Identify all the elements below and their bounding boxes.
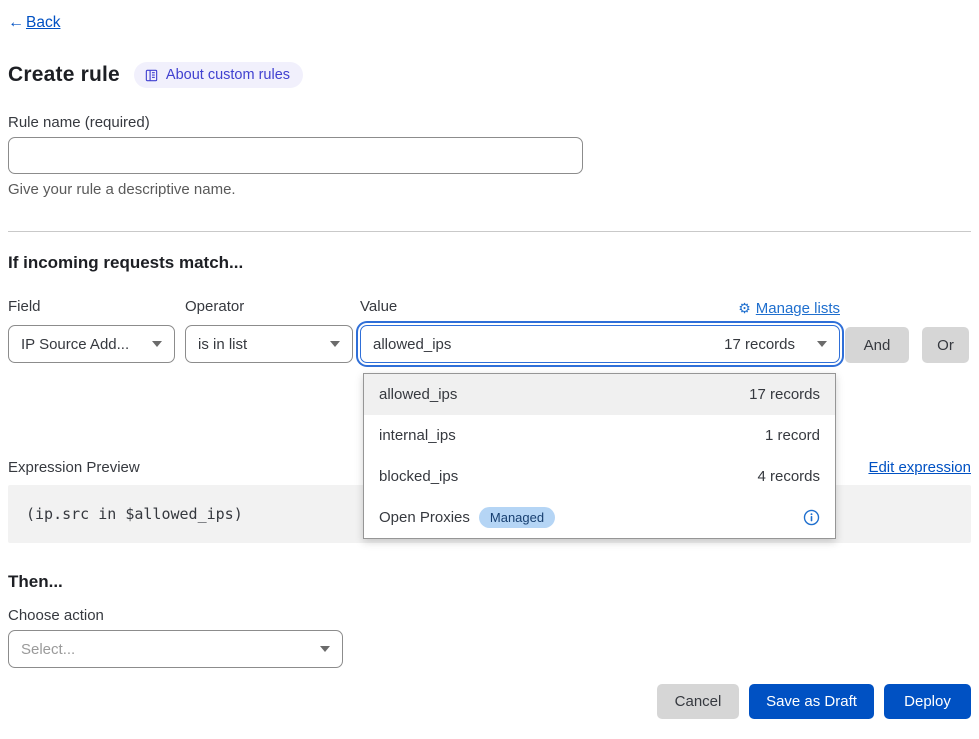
back-link[interactable]: ←Back [8,14,60,32]
match-heading: If incoming requests match... [8,253,971,273]
match-section: If incoming requests match... Field IP S… [8,253,971,363]
list-item-name: Open Proxies [379,509,470,526]
field-select-value: IP Source Add... [21,336,129,353]
list-item-name: blocked_ips [379,468,458,485]
chevron-down-icon [330,341,340,347]
operator-label: Operator [185,298,353,319]
and-button[interactable]: And [845,327,909,363]
action-block: Choose action Select... [8,607,971,668]
or-button[interactable]: Or [922,327,969,363]
field-select[interactable]: IP Source Add... [8,325,175,363]
list-item-name-wrap: Open Proxies Managed [379,507,555,528]
condition-row: Field IP Source Add... Operator is in li… [8,298,971,363]
field-label: Field [8,298,175,319]
chevron-down-icon [320,646,330,652]
field-column: Field IP Source Add... [8,298,175,363]
list-item-records: 1 record [765,427,820,444]
chevron-down-icon [817,341,827,347]
value-select-records: 17 records [724,336,795,353]
edit-expression-link[interactable]: Edit expression [868,459,971,476]
about-custom-rules-link[interactable]: About custom rules [134,62,303,88]
rule-name-section: Rule name (required) Give your rule a de… [8,114,971,198]
then-section: Then... Choose action Select... [8,572,971,668]
list-item-records: 17 records [749,386,820,403]
then-heading: Then... [8,572,971,592]
page-title: Create rule [8,63,120,87]
list-item-open-proxies[interactable]: Open Proxies Managed [364,497,835,538]
rule-name-input[interactable] [8,137,583,174]
value-select-value: allowed_ips [373,336,451,353]
rule-name-label: Rule name (required) [8,114,971,131]
value-label-row: Value ⚙ Manage lists [360,298,840,319]
about-pill-label: About custom rules [166,67,290,83]
value-column: Value ⚙ Manage lists allowed_ips 17 reco… [360,298,840,363]
value-select[interactable]: allowed_ips 17 records [360,325,840,363]
gear-icon: ⚙ [738,300,751,317]
back-link-label: Back [26,14,60,32]
list-item-name: allowed_ips [379,386,457,403]
manage-lists-label: Manage lists [756,300,840,317]
manage-lists-link[interactable]: ⚙ Manage lists [738,300,840,317]
deploy-button[interactable]: Deploy [884,684,971,719]
chevron-down-icon [152,341,162,347]
rule-name-help: Give your rule a descriptive name. [8,181,971,198]
info-icon[interactable] [803,509,820,526]
save-as-draft-button[interactable]: Save as Draft [749,684,874,719]
conjunction-buttons: And Or [845,298,969,363]
expression-code: (ip.src in $allowed_ips) [26,505,243,523]
list-item-internal-ips[interactable]: internal_ips 1 record [364,415,835,456]
operator-column: Operator is in list [185,298,353,363]
list-item-records: 4 records [757,468,820,485]
cancel-button[interactable]: Cancel [657,684,739,719]
list-item-name: internal_ips [379,427,456,444]
value-label: Value [360,298,397,319]
page-header: Create rule About custom rules [8,62,971,88]
section-divider [8,231,971,232]
expression-preview-label: Expression Preview [8,459,140,476]
operator-select-value: is in list [198,336,247,353]
list-item-blocked-ips[interactable]: blocked_ips 4 records [364,456,835,497]
list-dropdown: allowed_ips 17 records internal_ips 1 re… [363,373,836,539]
choose-action-label: Choose action [8,607,971,624]
footer-actions: Cancel Save as Draft Deploy [657,684,971,719]
managed-badge: Managed [479,507,555,528]
book-icon [144,68,159,83]
back-arrow-icon: ← [8,14,24,32]
action-select[interactable]: Select... [8,630,343,668]
action-select-placeholder: Select... [21,641,75,658]
list-item-allowed-ips[interactable]: allowed_ips 17 records [364,374,835,415]
operator-select[interactable]: is in list [185,325,353,363]
